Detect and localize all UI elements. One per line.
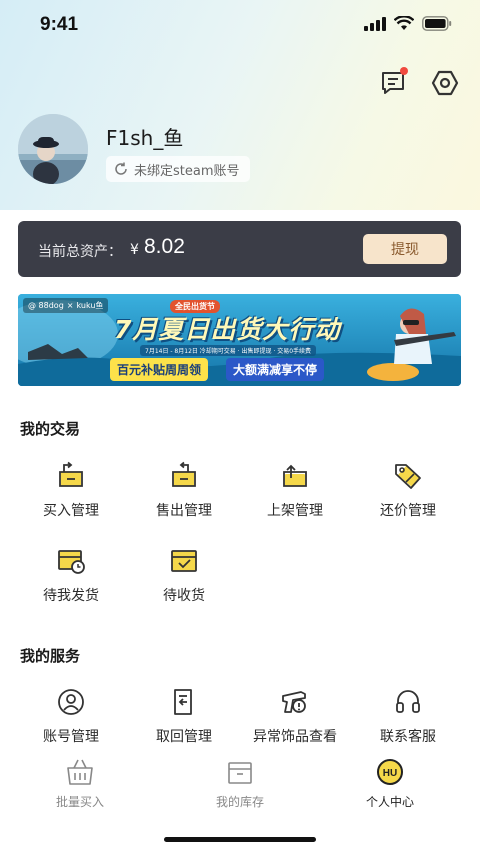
banner-subline: 7月14日 - 8月12日 冷却期可交易 · 出售即提现 · 交易0手续费	[140, 345, 317, 356]
assets-value: 8.02	[144, 235, 185, 258]
grid-sell-manage[interactable]: 售出管理	[129, 460, 239, 520]
status-icons	[364, 16, 452, 31]
contact-support-label: 联系客服	[380, 729, 436, 745]
tab-bulk-buy-label: 批量买入	[55, 795, 104, 809]
listing-manage-icon	[283, 464, 307, 487]
abnormal-item-icon	[282, 691, 306, 713]
bind-steam-button[interactable]: 未绑定steam账号	[106, 156, 250, 182]
pending-ship-icon	[58, 550, 85, 574]
hu-badge-icon: HU	[377, 759, 403, 785]
grid-retrieve-manage[interactable]: 取回管理	[129, 686, 239, 746]
assets-label: 当前总资产：	[38, 244, 122, 260]
grid-pending-ship[interactable]: 待我发货	[16, 545, 126, 605]
bind-steam-label: 未绑定steam账号	[134, 163, 240, 179]
sell-manage-label: 售出管理	[156, 503, 212, 519]
counter-offer-label: 还价管理	[380, 503, 436, 519]
settings-button[interactable]	[430, 68, 460, 98]
promo-banner[interactable]: @ 88dog × kuku鱼 全民出货节 7月夏日出货大行动 7月14日 - …	[18, 294, 461, 386]
settings-hex-icon	[431, 70, 459, 96]
grid-buy-manage[interactable]: 买入管理	[16, 460, 126, 520]
banner-tag-right: 大额满减享不停	[226, 358, 325, 381]
pending-ship-label: 待我发货	[43, 588, 99, 604]
svg-text:HU: HU	[383, 768, 397, 779]
listing-manage-label: 上架管理	[267, 503, 323, 519]
basket-icon	[67, 759, 93, 785]
abnormal-item-label: 异常饰品查看	[253, 729, 337, 745]
cellular-signal-icon	[364, 16, 386, 31]
wifi-icon	[394, 16, 414, 30]
inventory-box-icon	[228, 762, 252, 784]
banner-brand-2: kuku鱼	[76, 301, 104, 310]
retrieve-manage-label: 取回管理	[156, 729, 212, 745]
home-indicator	[164, 837, 316, 842]
tab-personal-center[interactable]: HU 个人中心	[335, 757, 445, 810]
sell-manage-icon	[172, 461, 196, 487]
avatar-image	[18, 114, 88, 184]
grid-counter-offer[interactable]: 还价管理	[353, 460, 463, 520]
banner-headline: 7月夏日出货大行动	[114, 315, 341, 344]
buy-manage-label: 买入管理	[43, 503, 99, 519]
banner-tag-left: 百元补贴周周领	[110, 358, 209, 381]
grid-contact-support[interactable]: 联系客服	[353, 686, 463, 746]
account-manage-label: 账号管理	[43, 729, 99, 745]
headset-icon	[396, 690, 420, 713]
battery-icon	[422, 16, 452, 31]
status-bar: 9:41	[0, 0, 480, 52]
grid-abnormal-item[interactable]: 异常饰品查看	[240, 686, 350, 746]
tab-personal-center-label: 个人中心	[365, 795, 414, 809]
refresh-icon	[115, 162, 127, 175]
status-time: 9:41	[40, 14, 79, 35]
counter-offer-icon	[395, 464, 421, 489]
avatar[interactable]	[18, 114, 88, 184]
tab-my-inventory[interactable]: 我的库存	[185, 757, 295, 810]
grid-listing-manage[interactable]: 上架管理	[240, 460, 350, 520]
pending-receive-label: 待收货	[163, 588, 205, 604]
unread-badge	[400, 67, 408, 75]
grid-pending-receive[interactable]: 待收货	[129, 545, 239, 605]
banner-brands: @ 88dog × kuku鱼	[23, 298, 109, 313]
buy-manage-icon	[59, 461, 83, 487]
tab-bulk-buy[interactable]: 批量买入	[25, 757, 135, 810]
message-button[interactable]	[378, 67, 408, 98]
grid-account-manage[interactable]: 账号管理	[16, 686, 126, 746]
currency-symbol: ¥	[130, 242, 139, 258]
banner-brand-sep: ×	[66, 301, 74, 310]
trade-section-title: 我的交易	[20, 420, 81, 438]
services-section-title: 我的服务	[20, 647, 81, 665]
retrieve-icon	[174, 689, 192, 715]
pending-receive-icon	[171, 550, 197, 572]
header-actions	[378, 67, 460, 98]
withdraw-button[interactable]: 提现	[363, 234, 447, 264]
username: F1sh_鱼	[106, 126, 184, 150]
tab-my-inventory-label: 我的库存	[215, 795, 264, 809]
banner-brand-1: @ 88dog	[28, 301, 64, 310]
assets-card: 当前总资产： ¥ 8.02 提现	[18, 221, 461, 277]
account-icon	[58, 689, 84, 715]
